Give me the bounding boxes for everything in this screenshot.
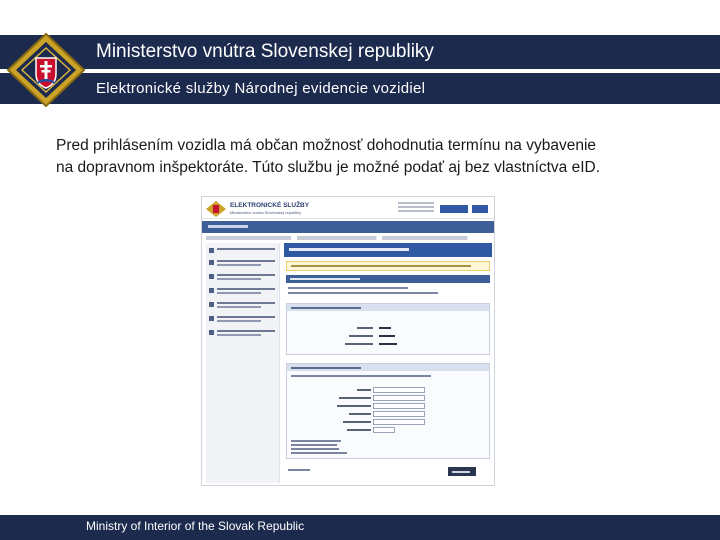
eservice-field-input xyxy=(373,411,425,417)
eservice-brand-subtitle: Ministerstvo vnútra Slovenskej republiky xyxy=(230,210,302,215)
eservice-field-value xyxy=(379,335,395,337)
intro-paragraph: Pred prihlásením vozidla má občan možnos… xyxy=(56,137,601,176)
eservice-text-line xyxy=(291,375,431,377)
eservice-text-line xyxy=(288,292,438,294)
eservice-box-header xyxy=(287,304,489,311)
eservice-appointment-box xyxy=(286,363,490,459)
eservice-field-label xyxy=(339,397,371,399)
page-title: Ministerstvo vnútra Slovenskej republiky xyxy=(96,41,434,62)
eservice-field-value xyxy=(379,343,397,345)
eservice-breadcrumb xyxy=(206,236,490,240)
eservice-info-note xyxy=(286,261,490,271)
eservice-field-input xyxy=(373,403,425,409)
eservice-text-line xyxy=(291,444,337,446)
ministry-coat-of-arms-icon xyxy=(6,32,86,108)
eservice-field-label xyxy=(345,343,373,345)
eservice-text-line xyxy=(291,452,347,454)
eservice-logo-icon xyxy=(206,201,226,217)
eservice-brand-title: ELEKTRONICKÉ SLUŽBY xyxy=(230,202,310,209)
eservice-continue-button xyxy=(448,467,476,476)
eservice-sidebar-item xyxy=(209,315,279,325)
eservice-login-button xyxy=(440,205,468,213)
eservice-box-header xyxy=(287,364,489,371)
eservice-field-label xyxy=(357,389,371,391)
eservice-sidebar xyxy=(206,243,280,483)
eservice-vehicle-box xyxy=(286,303,490,355)
eservice-screenshot: ELEKTRONICKÉ SLUŽBY Ministerstvo vnútra … xyxy=(201,196,495,486)
eservice-field-label xyxy=(349,335,373,337)
eservice-nav-bar xyxy=(202,221,494,233)
footer-text: Ministry of Interior of the Slovak Repub… xyxy=(86,519,305,533)
eservice-field-input xyxy=(373,419,425,425)
eservice-main-panel xyxy=(284,243,492,483)
eservice-top-links xyxy=(398,202,434,214)
eservice-field-label xyxy=(347,429,371,431)
eservice-sidebar-item xyxy=(209,301,279,311)
eservice-field-label xyxy=(357,327,373,329)
eservice-text-line xyxy=(291,440,341,442)
eservice-field-input xyxy=(373,427,395,433)
eservice-text-line xyxy=(291,448,339,450)
eservice-sidebar-item xyxy=(209,247,279,257)
eservice-field-label xyxy=(337,405,371,407)
eservice-field-value xyxy=(379,327,391,329)
eservice-sidebar-item xyxy=(209,287,279,297)
eservice-field-input xyxy=(373,395,425,401)
eservice-field-label xyxy=(349,413,371,415)
page-subtitle: Elektronické služby Národnej evidencie v… xyxy=(96,80,426,97)
eservice-field-label xyxy=(343,421,371,423)
eservice-step-indicator xyxy=(288,469,310,471)
eservice-section-header xyxy=(286,275,490,283)
eservice-form-title xyxy=(284,243,492,257)
eservice-header: ELEKTRONICKÉ SLUŽBY Ministerstvo vnútra … xyxy=(202,197,494,219)
eservice-language-button xyxy=(472,205,488,213)
eservice-sidebar-item xyxy=(209,273,279,283)
eservice-sidebar-item xyxy=(209,259,279,269)
eservice-text-line xyxy=(288,287,408,289)
eservice-field-input xyxy=(373,387,425,393)
eservice-sidebar-item xyxy=(209,329,279,339)
